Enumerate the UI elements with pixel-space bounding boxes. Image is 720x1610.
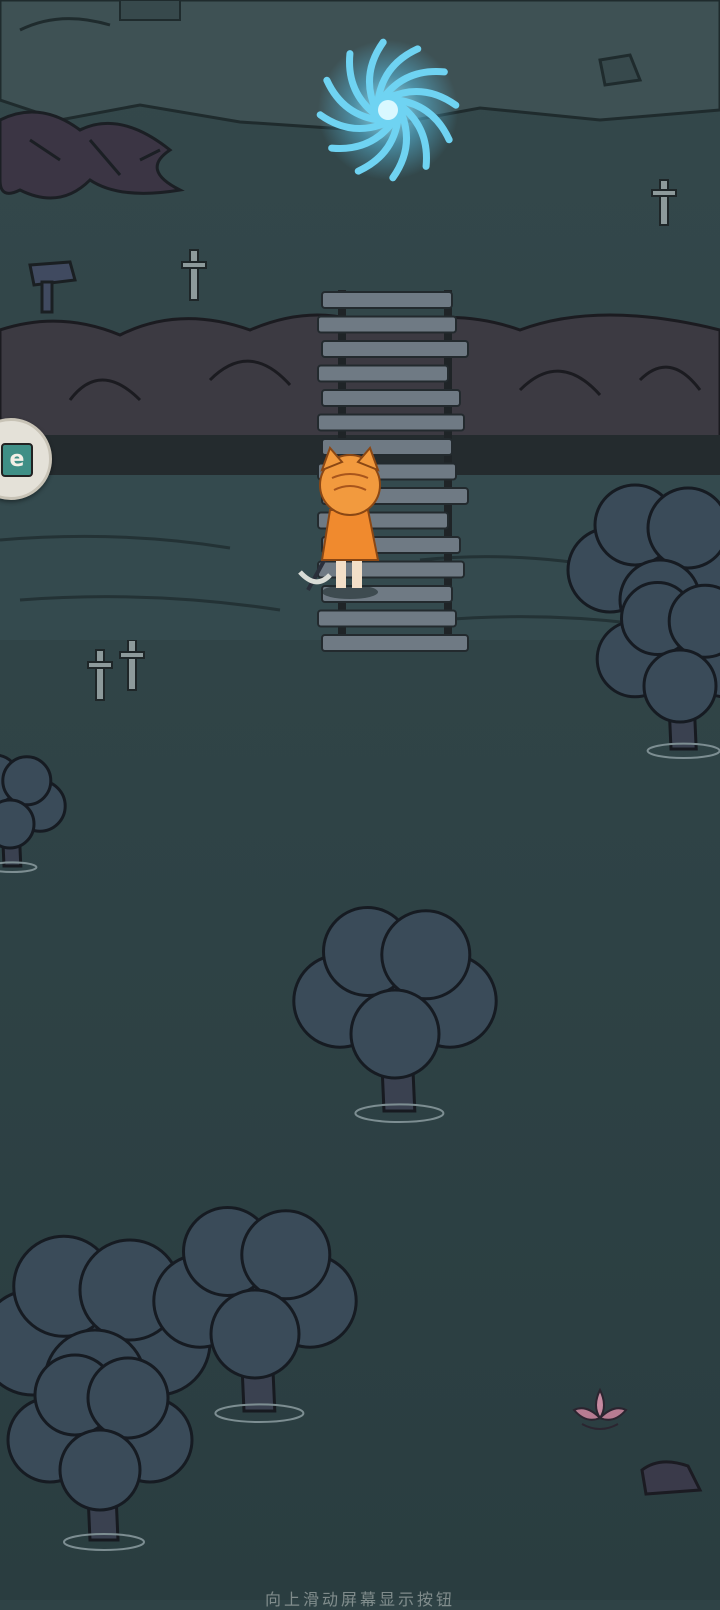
bridge-plank bbox=[322, 292, 452, 308]
bridge-plank bbox=[318, 611, 456, 627]
bridge-plank bbox=[318, 415, 464, 431]
bridge-plank bbox=[322, 439, 452, 455]
bridge-plank bbox=[318, 317, 456, 333]
bridge-plank bbox=[322, 341, 468, 357]
swirl-portal-icon[interactable] bbox=[318, 40, 458, 180]
swipe-hint: 向上滑动屏幕显示按钮 bbox=[0, 1586, 720, 1610]
game-scene[interactable] bbox=[0, 0, 720, 1600]
bridge-plank bbox=[318, 366, 448, 382]
bridge-plank bbox=[322, 635, 468, 651]
bridge-plank bbox=[322, 390, 460, 406]
side-menu-icon: e bbox=[1, 443, 33, 477]
